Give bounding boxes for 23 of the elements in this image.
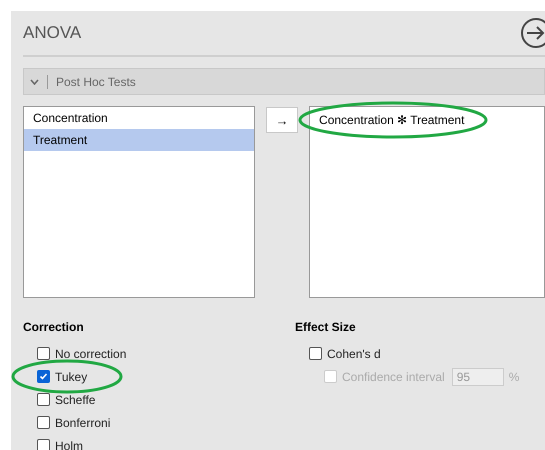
window-title: ANOVA [23, 23, 82, 43]
unit-label: % [508, 370, 520, 384]
move-button[interactable]: → [266, 107, 298, 133]
option-label: Cohen's d [327, 346, 381, 360]
check-icon [39, 372, 48, 381]
option-label: Tukey [55, 370, 88, 384]
section-header[interactable]: Post Hoc Tests [23, 68, 545, 95]
option-label: Bonferroni [55, 416, 110, 430]
checkbox[interactable] [37, 439, 50, 450]
list-item[interactable]: Concentration [24, 107, 254, 129]
option-label: No correction [55, 346, 126, 360]
list-item[interactable]: Treatment [24, 129, 254, 151]
checkbox[interactable] [37, 347, 50, 360]
section-title: Post Hoc Tests [47, 74, 136, 88]
checkbox[interactable] [309, 347, 322, 360]
checkbox[interactable] [37, 393, 50, 406]
option-label: Holm [55, 438, 84, 450]
option-label: Scheffe [55, 392, 96, 406]
option-label: Confidence interval [342, 370, 445, 384]
checkbox[interactable] [37, 370, 50, 383]
section-heading: Effect Size [295, 320, 357, 334]
checkbox[interactable] [37, 416, 50, 429]
section-heading: Correction [23, 320, 85, 334]
